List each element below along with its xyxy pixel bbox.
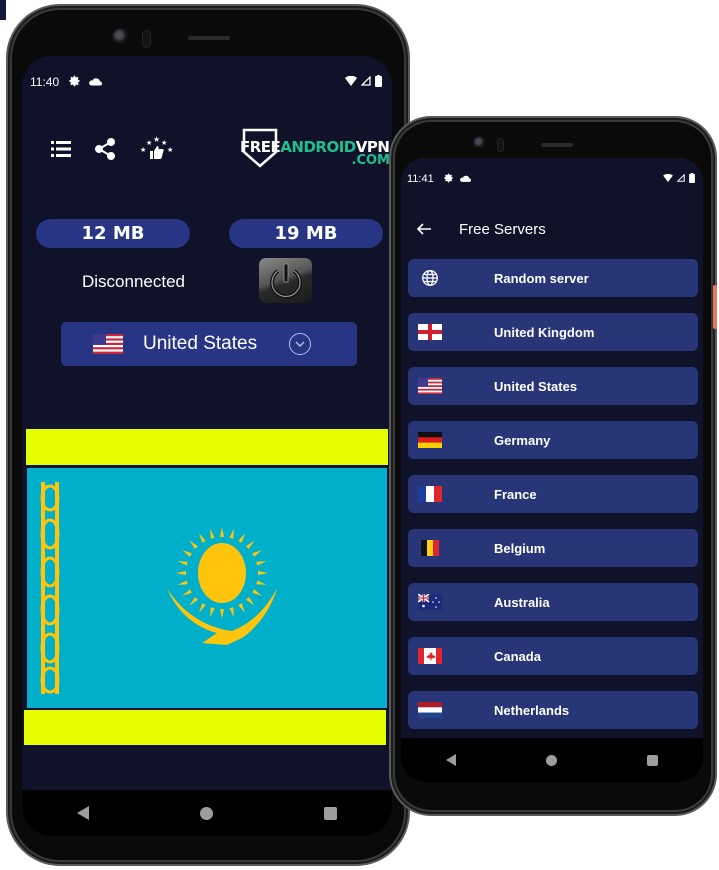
netherlands-flag-icon	[418, 702, 442, 718]
server-name: Australia	[494, 594, 550, 610]
server-item-australia[interactable]: Australia	[408, 583, 698, 621]
navigation-bar	[22, 790, 392, 836]
nav-back-button[interactable]	[77, 806, 90, 820]
svg-text:★: ★	[153, 136, 160, 144]
servers-header: Free Servers	[415, 220, 546, 238]
us-flag-icon	[418, 378, 442, 394]
nav-recents-button[interactable]	[323, 806, 337, 820]
share-icon	[95, 138, 115, 160]
battery-icon	[689, 172, 695, 186]
earpiece-speaker	[541, 143, 573, 147]
rate-thumbs-up-icon: ★★ ★ ★★	[140, 136, 173, 159]
connection-status: Disconnected	[82, 272, 186, 291]
server-name: Germany	[494, 432, 551, 448]
selected-country-label: United States	[143, 333, 258, 354]
navigation-bar	[401, 738, 703, 782]
gear-icon	[443, 173, 454, 186]
svg-text:★: ★	[167, 146, 173, 154]
connect-power-button[interactable]	[259, 258, 312, 303]
server-name: United Kingdom	[494, 324, 595, 340]
phone-servers-mockup: 11:41 Free Servers Random server United …	[389, 116, 717, 816]
server-item-canada[interactable]: Canada	[408, 637, 698, 675]
kazakhstan-flag-icon	[40, 482, 277, 694]
cloud-icon	[459, 173, 471, 185]
ad-banner-top-stripe	[26, 429, 388, 465]
server-item-netherlands[interactable]: Netherlands	[408, 691, 698, 729]
freeandroidvpn-logo: FREEANDROIDVPN .COM	[240, 126, 390, 174]
status-time: 11:41	[407, 173, 434, 185]
status-bar: 11:41	[401, 172, 703, 186]
front-camera	[112, 28, 130, 46]
battery-icon	[375, 74, 382, 90]
signal-icon	[360, 75, 371, 89]
server-item-united-kingdom[interactable]: United Kingdom	[408, 313, 698, 351]
england-flag-icon	[418, 324, 442, 340]
cloud-icon	[89, 75, 103, 89]
signal-icon	[676, 173, 685, 185]
kazakhstan-flag-ad[interactable]	[27, 468, 387, 708]
servers-screen: 11:41 Free Servers Random server United …	[401, 158, 703, 782]
wifi-icon	[345, 75, 357, 89]
server-item-united-states[interactable]: United States	[408, 367, 698, 405]
server-name: France	[494, 486, 537, 502]
download-stat: 12 MB	[36, 219, 190, 248]
svg-text:★: ★	[140, 146, 146, 154]
proximity-sensor	[142, 30, 151, 48]
page-title: Free Servers	[459, 220, 546, 238]
server-name: Canada	[494, 648, 541, 664]
front-camera	[473, 136, 487, 150]
status-bar: 11:40	[22, 74, 392, 90]
germany-flag-icon	[418, 432, 442, 448]
server-item-random[interactable]: Random server	[408, 259, 698, 297]
canada-flag-icon	[418, 648, 442, 664]
upload-stat: 19 MB	[229, 219, 383, 248]
earpiece-speaker	[188, 36, 230, 40]
nav-home-button[interactable]	[199, 806, 213, 820]
rate-app-button[interactable]: ★ ★ ★ ★ ★	[138, 136, 174, 160]
server-item-france[interactable]: France	[408, 475, 698, 513]
status-time: 11:40	[30, 75, 60, 89]
logo-com: .COM	[351, 153, 390, 168]
phone-side-button	[713, 285, 717, 329]
main-screen: 11:40 ★ ★ ★ ★ ★ FREEANDROIDVPN .COM 12 M…	[22, 56, 392, 836]
menu-list-button[interactable]	[50, 138, 72, 160]
server-name: Belgium	[494, 540, 546, 556]
share-button[interactable]	[94, 138, 116, 160]
proximity-sensor	[497, 138, 504, 152]
chevron-down-icon	[289, 333, 311, 355]
back-arrow-icon[interactable]	[415, 220, 433, 238]
gear-icon	[69, 75, 81, 90]
server-list: Random server United Kingdom United Stat…	[408, 259, 698, 782]
nav-recents-button[interactable]	[647, 754, 658, 766]
wifi-icon	[663, 173, 673, 185]
power-icon	[269, 263, 302, 298]
server-name: United States	[494, 378, 578, 394]
server-name: Netherlands	[494, 702, 570, 718]
server-item-belgium[interactable]: Belgium	[408, 529, 698, 567]
server-name: Random server	[494, 270, 589, 286]
logo-free: FREE	[240, 138, 281, 156]
phone-main-mockup: 11:40 ★ ★ ★ ★ ★ FREEANDROIDVPN .COM 12 M…	[6, 4, 410, 866]
australia-flag-icon	[418, 594, 442, 610]
ad-banner-bottom-stripe	[24, 710, 386, 745]
belgium-flag-icon	[421, 540, 439, 556]
globe-icon	[422, 270, 438, 286]
country-selector[interactable]: United States	[61, 322, 357, 366]
menu-list-icon	[51, 141, 71, 157]
nav-home-button[interactable]	[546, 754, 557, 766]
server-item-germany[interactable]: Germany	[408, 421, 698, 459]
svg-text:★: ★	[146, 139, 152, 147]
france-flag-icon	[418, 486, 442, 502]
top-toolbar: ★ ★ ★ ★ ★	[50, 136, 174, 160]
nav-back-button[interactable]	[446, 754, 456, 766]
svg-text:★: ★	[161, 139, 167, 147]
logo-android: ANDROID	[280, 138, 356, 156]
us-flag-icon	[93, 334, 123, 354]
corner-decoration	[0, 0, 6, 20]
